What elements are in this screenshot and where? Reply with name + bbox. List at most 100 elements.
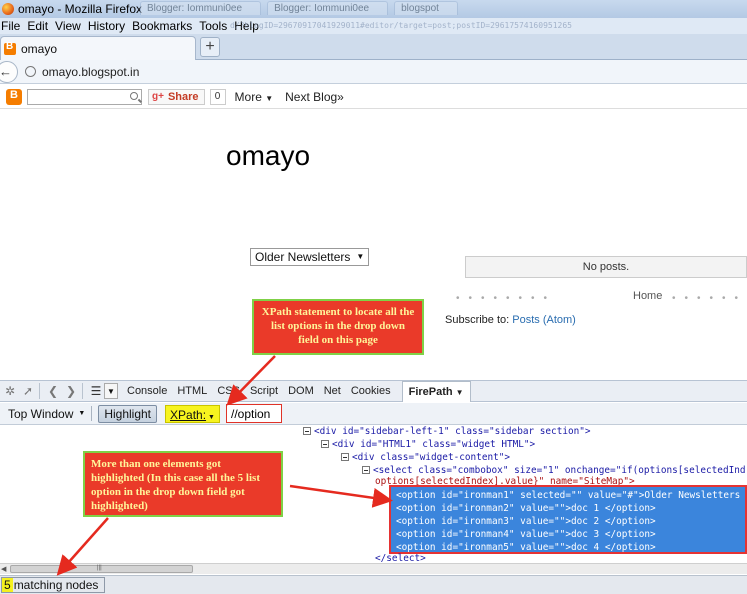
dropdown-value: Older Newsletters — [255, 250, 351, 264]
menu-edit[interactable]: Edit — [25, 19, 53, 33]
toolbar-divider — [39, 383, 40, 399]
menu-file[interactable]: File — [0, 19, 25, 33]
firebug-bug-icon[interactable]: ✲ — [2, 383, 18, 399]
search-icon[interactable] — [130, 91, 138, 100]
tree-node-option[interactable]: <option id="ironman3" value="">doc 2 </o… — [396, 515, 656, 528]
collapse-toggle-icon[interactable] — [303, 427, 311, 435]
collapse-toggle-icon[interactable] — [341, 453, 349, 461]
tab-script[interactable]: Script — [245, 385, 283, 397]
share-button[interactable]: g+ Share — [148, 88, 205, 105]
subscribe-label: Subscribe to: — [445, 314, 510, 326]
chevron-down-icon: ▼ — [78, 410, 86, 417]
tab-dom[interactable]: DOM — [283, 385, 319, 397]
tree-node-text: <select class="combobox" size="1" onchan… — [373, 465, 746, 476]
more-label: More — [234, 89, 262, 104]
window-title: omayo - Mozilla Firefox — [18, 2, 143, 16]
xpath-selector-dropdown[interactable]: XPath: ▼ — [165, 404, 220, 423]
top-window-dropdown[interactable]: Top Window ▼ — [8, 407, 85, 421]
top-window-label: Top Window — [8, 406, 74, 421]
grip-icon: ||| — [97, 565, 102, 571]
inspect-element-icon[interactable]: ➚ — [20, 383, 36, 399]
chevron-down-icon: ▼ — [455, 387, 464, 397]
window-titlebar: omayo - Mozilla Firefox Blogger: Iommuni… — [0, 0, 747, 18]
collapse-toggle-icon[interactable] — [362, 466, 370, 474]
collapse-toggle-icon[interactable] — [321, 440, 329, 448]
tab-strip: omayo + — [0, 34, 747, 60]
menu-view[interactable]: View — [53, 19, 86, 33]
globe-icon — [25, 66, 36, 77]
tree-node[interactable]: <div id="sidebar-left-1" class="sidebar … — [303, 426, 591, 438]
tab-html[interactable]: HTML — [172, 385, 212, 397]
toolbar-divider — [91, 406, 93, 421]
blogger-logo-icon[interactable] — [6, 88, 22, 105]
no-posts-message: No posts. — [465, 256, 747, 278]
tab-cookies[interactable]: Cookies — [346, 385, 396, 397]
tab-omayo[interactable]: omayo — [0, 36, 196, 60]
google-plus-icon: g+ — [152, 91, 164, 102]
panel-menu-icon[interactable]: ☰ — [88, 383, 104, 399]
newsletter-dropdown[interactable]: Older Newsletters ▼ — [250, 248, 370, 266]
xpath-input[interactable] — [225, 404, 282, 423]
back-arrow-icon: ← — [0, 64, 12, 79]
highlight-button[interactable]: Highlight — [98, 404, 158, 423]
blog-title[interactable]: omayo — [226, 140, 310, 172]
divider-dots: •••••••• — [672, 293, 747, 304]
ghost-tab: Blogger: Iommuni0ee — [140, 1, 262, 15]
firefox-logo-icon — [2, 3, 14, 15]
chevron-down-icon: ▼ — [208, 413, 215, 421]
blogger-navbar: g+ Share 0 More ▼ Next Blog» — [0, 85, 747, 109]
tree-node-option[interactable]: <option id="ironman2" value="">doc 1 </o… — [396, 502, 656, 515]
blogger-search-input[interactable] — [27, 88, 142, 105]
ghost-tab: Blogger: Iommuni0ee — [267, 1, 389, 15]
tree-node-option[interactable]: <option id="ironman1" selected="" value=… — [396, 489, 740, 502]
tab-console[interactable]: Console — [122, 385, 172, 397]
subscribe-line: Subscribe to: Posts (Atom) — [445, 314, 576, 326]
tree-node-option[interactable]: <option id="ironman5" value="">doc 4 </o… — [396, 541, 656, 554]
back-icon[interactable]: ❮ — [45, 383, 61, 399]
horizontal-scrollbar[interactable]: ◀ ||| — [0, 563, 747, 574]
divider-dots: •••••••• — [456, 293, 557, 304]
share-count: 0 — [209, 88, 226, 105]
status-bar: 5 matching nodes — [0, 575, 747, 594]
back-button[interactable]: ← — [0, 60, 18, 83]
tree-node[interactable]: <div class="widget-content"> — [341, 452, 510, 464]
firepath-tab-label: FirePath — [408, 385, 453, 398]
background-ghost-tabs: Blogger: Iommuni0ee Blogger: Iommuni0ee … — [140, 1, 458, 15]
navigation-bar: ← omayo.blogspot.in — [0, 60, 747, 84]
chevron-down-icon: ▼ — [265, 93, 274, 103]
blogger-favicon-icon — [4, 41, 16, 55]
next-blog-link[interactable]: Next Blog» — [285, 90, 344, 104]
ghost-tab: blogspot — [394, 1, 458, 15]
match-count: 5 — [2, 578, 13, 592]
scrollbar-thumb[interactable]: ||| — [10, 565, 193, 573]
tab-net[interactable]: Net — [319, 385, 346, 397]
menu-bookmarks[interactable]: Bookmarks — [130, 19, 197, 33]
scroll-left-icon[interactable]: ◀ — [1, 565, 6, 573]
ghost-url-text: d/?blogID=29670917041929011#editor/targe… — [230, 21, 572, 30]
tab-firepath[interactable]: FirePath ▼ — [401, 380, 471, 402]
matching-nodes-status: 5 matching nodes — [1, 577, 106, 593]
new-tab-button[interactable]: + — [200, 37, 220, 57]
menu-history[interactable]: History — [86, 19, 130, 33]
xpath-label: XPath: — [170, 407, 207, 422]
tab-css[interactable]: CSS — [212, 385, 245, 397]
toolbar-divider — [82, 383, 83, 399]
url-bar[interactable]: omayo.blogspot.in — [21, 62, 139, 82]
more-menu[interactable]: More ▼ — [235, 90, 274, 104]
tree-node-option[interactable]: <option id="ironman4" value="">doc 3 </o… — [396, 528, 656, 541]
home-link[interactable]: Home — [633, 290, 662, 302]
menu-tools[interactable]: Tools — [197, 19, 232, 33]
highlighted-option-nodes: <option id="ironman1" selected="" value=… — [389, 485, 747, 554]
tree-node-text: <div id="sidebar-left-1" class="sidebar … — [314, 426, 591, 437]
share-label: Share — [167, 90, 199, 103]
posts-atom-link[interactable]: Posts (Atom) — [512, 314, 576, 326]
callout-xpath-explanation: XPath statement to locate all the list o… — [252, 299, 424, 355]
firebug-toolbar: ✲ ➚ ❮ ❯ ☰ ▼ Console HTML CSS Script DOM … — [0, 380, 747, 402]
panel-dropdown-button[interactable]: ▼ — [104, 383, 118, 399]
tab-label: omayo — [21, 41, 58, 56]
url-text: omayo.blogspot.in — [42, 64, 140, 79]
forward-icon[interactable]: ❯ — [63, 383, 79, 399]
firepath-toolbar: Top Window ▼ Highlight XPath: ▼ — [0, 403, 747, 425]
match-label: matching nodes — [13, 578, 99, 592]
tree-node[interactable]: <div id="HTML1" class="widget HTML"> — [321, 439, 535, 451]
